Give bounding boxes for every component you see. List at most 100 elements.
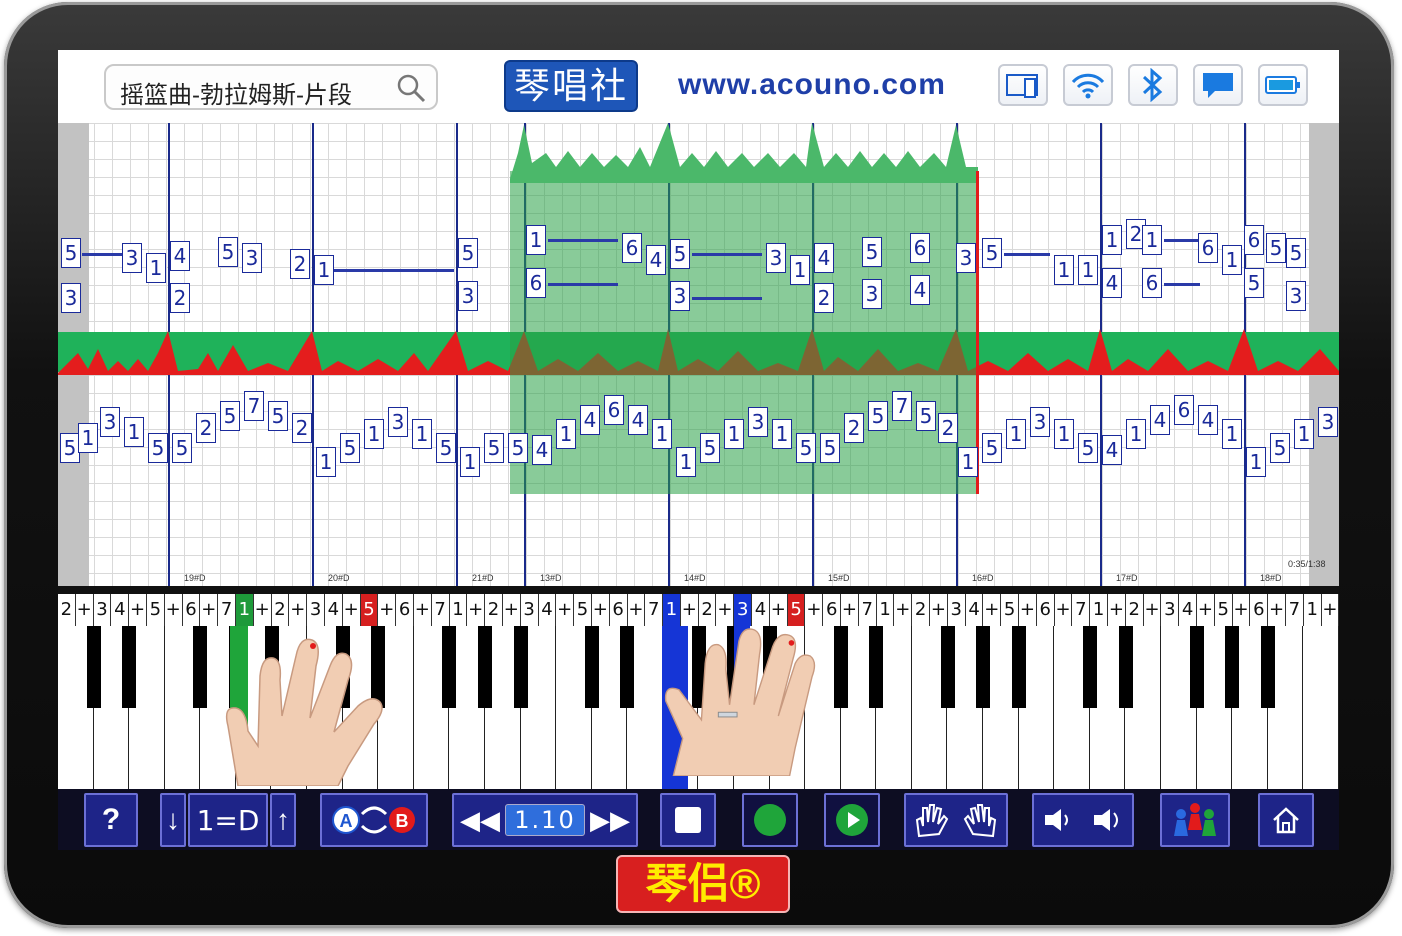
note[interactable]: 1	[314, 255, 334, 285]
note[interactable]: 1	[412, 419, 432, 449]
note[interactable]: 1	[1126, 419, 1146, 449]
black-key[interactable]	[620, 626, 635, 708]
white-key[interactable]	[1303, 626, 1339, 789]
note[interactable]: 1	[460, 447, 480, 477]
black-key[interactable]	[1082, 626, 1097, 708]
note[interactable]: 5	[700, 433, 720, 463]
note[interactable]: 6	[1244, 225, 1264, 255]
note[interactable]: 4	[814, 243, 834, 273]
note[interactable]: 1	[790, 255, 810, 285]
black-key[interactable]	[1011, 626, 1026, 708]
note[interactable]: 4	[580, 405, 600, 435]
note[interactable]: 6	[1174, 395, 1194, 425]
note[interactable]: 1	[724, 419, 744, 449]
note[interactable]: 4	[910, 275, 930, 305]
black-key[interactable]	[1189, 626, 1204, 708]
black-key[interactable]	[1118, 626, 1133, 708]
note[interactable]: 2	[170, 283, 190, 313]
note[interactable]: 3	[122, 243, 142, 273]
note[interactable]: 1	[958, 447, 978, 477]
message-button[interactable]	[1193, 64, 1243, 106]
note[interactable]: 1	[1222, 419, 1242, 449]
note[interactable]: 3	[1286, 281, 1306, 311]
note[interactable]: 1	[1246, 447, 1266, 477]
black-key[interactable]	[1260, 626, 1275, 708]
note[interactable]: 3	[61, 283, 81, 313]
ab-loop-button[interactable]: A B	[320, 793, 428, 847]
note[interactable]: 1	[316, 447, 336, 477]
left-hand-icon[interactable]	[911, 800, 951, 840]
note[interactable]: 5	[670, 239, 690, 269]
search-icon[interactable]	[396, 73, 426, 103]
note[interactable]: 4	[628, 405, 648, 435]
stop-button[interactable]	[660, 793, 716, 847]
playback-selection[interactable]	[510, 171, 978, 494]
note[interactable]: 7	[244, 391, 264, 421]
note[interactable]: 5	[862, 237, 882, 267]
note[interactable]: 4	[1102, 268, 1122, 298]
note[interactable]: 1	[1142, 225, 1162, 255]
black-key[interactable]	[86, 626, 101, 708]
note[interactable]: 5	[868, 401, 888, 431]
black-key[interactable]	[478, 626, 492, 708]
note[interactable]: 4	[1150, 405, 1170, 435]
note[interactable]: 1	[1054, 255, 1074, 285]
black-key[interactable]	[513, 626, 528, 708]
note[interactable]: 5	[340, 433, 360, 463]
note[interactable]: 1	[364, 419, 384, 449]
note[interactable]: 2	[292, 413, 312, 443]
note[interactable]: 1	[1222, 245, 1242, 275]
note[interactable]: 5	[982, 433, 1002, 463]
note[interactable]: 2	[814, 283, 834, 313]
note[interactable]: 4	[1198, 405, 1218, 435]
play-button[interactable]	[824, 793, 880, 847]
forward-button[interactable]: ▶▶	[590, 805, 630, 836]
note[interactable]: 3	[670, 281, 690, 311]
note[interactable]: 5	[61, 238, 81, 268]
note[interactable]: 1	[78, 423, 98, 453]
note[interactable]: 1	[1006, 419, 1026, 449]
speaker-right-icon[interactable]	[1090, 805, 1126, 835]
note[interactable]: 3	[242, 243, 262, 273]
right-hand-icon[interactable]	[961, 800, 1001, 840]
note[interactable]: 4	[646, 245, 666, 275]
note[interactable]: 5	[220, 401, 240, 431]
note[interactable]: 4	[170, 241, 190, 271]
note[interactable]: 1	[1102, 225, 1122, 255]
note[interactable]: 2	[290, 249, 310, 279]
black-key[interactable]	[869, 626, 884, 708]
key-signature-button[interactable]: 1=D	[188, 793, 268, 847]
note[interactable]: 7	[892, 391, 912, 421]
note[interactable]: 5	[820, 433, 840, 463]
note[interactable]: 5	[508, 433, 528, 463]
note[interactable]: 5	[1286, 238, 1306, 268]
black-key[interactable]	[976, 626, 991, 708]
note[interactable]: 5	[60, 433, 80, 463]
note[interactable]: 5	[1244, 268, 1264, 298]
note[interactable]: 6	[604, 395, 624, 425]
note[interactable]: 1	[556, 419, 576, 449]
note[interactable]: 5	[1270, 433, 1290, 463]
note[interactable]: 5	[796, 433, 816, 463]
black-key[interactable]	[1225, 626, 1240, 708]
note[interactable]: 1	[1078, 255, 1098, 285]
note[interactable]: 5	[458, 238, 478, 268]
black-key[interactable]	[940, 626, 955, 708]
note[interactable]: 1	[1294, 419, 1314, 449]
key-down-button[interactable]: ↓	[160, 793, 186, 847]
note[interactable]: 1	[526, 225, 546, 255]
home-button[interactable]	[1258, 793, 1314, 847]
record-button[interactable]	[742, 793, 798, 847]
note[interactable]: 5	[218, 237, 238, 267]
note[interactable]: 6	[622, 233, 642, 263]
note[interactable]: 6	[1198, 233, 1218, 263]
score-area[interactable]: 5 3 3 1 4 2 5 3 2 1 5 3 1 6 6 4 5 3 3 1 …	[58, 123, 1339, 586]
wifi-button[interactable]	[1063, 64, 1113, 106]
note[interactable]: 3	[1030, 407, 1050, 437]
rewind-button[interactable]: ◀◀	[460, 805, 500, 836]
note[interactable]: 2	[844, 413, 864, 443]
note[interactable]: 1	[676, 447, 696, 477]
note[interactable]: 1	[772, 419, 792, 449]
black-key[interactable]	[442, 626, 457, 708]
note[interactable]: 5	[172, 433, 192, 463]
